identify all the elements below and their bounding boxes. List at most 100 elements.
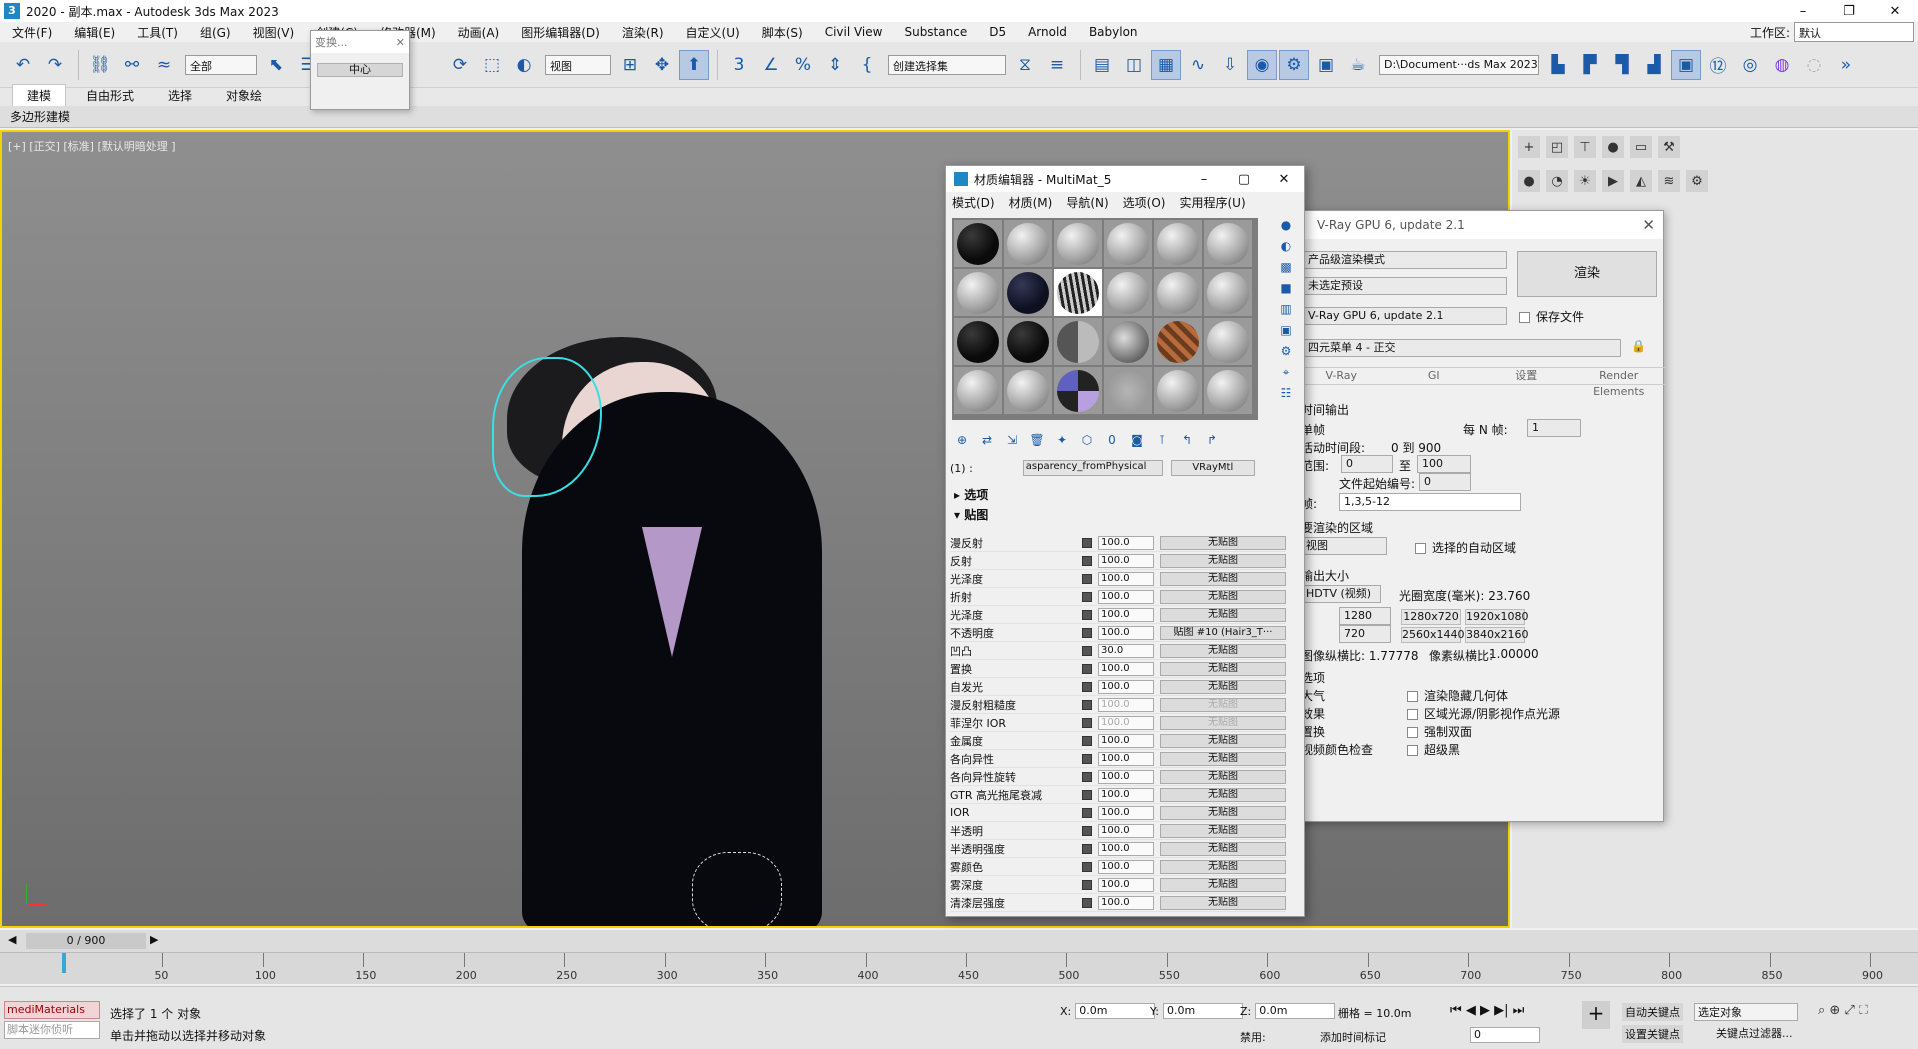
plugin-icon[interactable]: ◍ bbox=[1767, 50, 1797, 80]
auto-region-checkbox[interactable]: 选择的自动区域 bbox=[1415, 539, 1516, 556]
material-slot[interactable] bbox=[1004, 220, 1052, 267]
viewport-label[interactable]: [+] [正交] [标准] [默认明暗处理 ] bbox=[8, 138, 176, 154]
render-button[interactable]: 渲染 bbox=[1517, 251, 1657, 297]
timeline-ruler[interactable]: 50 100 150 200 250 300 350 400 450 500 550 600 650 70… bbox=[0, 952, 1918, 984]
project-folder-dropdown[interactable]: D:\Document···ds Max 2023 bbox=[1379, 54, 1539, 75]
map-slot-button[interactable]: 无贴图 bbox=[1160, 679, 1286, 694]
active-segment-radio[interactable]: 活动时间段: bbox=[1301, 439, 1365, 456]
undo-icon[interactable]: ↶ bbox=[8, 50, 38, 80]
map-enable-checkbox[interactable] bbox=[1082, 843, 1092, 854]
preset-2560x1440-button[interactable]: 2560x1440 bbox=[1401, 627, 1465, 643]
map-slot-button[interactable]: 无贴图 bbox=[1160, 895, 1286, 910]
selection-filter-dropdown[interactable]: 全部 bbox=[185, 54, 257, 75]
playback-controls[interactable]: ⏮ ◀ ▶ ▶| ⏭ bbox=[1450, 1003, 1524, 1018]
map-slot-button[interactable]: 无贴图 bbox=[1160, 697, 1286, 712]
polygon-modeling-label[interactable]: 多边形建模 bbox=[10, 110, 70, 124]
map-amount-input[interactable]: 100.0 bbox=[1098, 679, 1154, 694]
map-amount-input[interactable]: 100.0 bbox=[1098, 733, 1154, 748]
material-map-navigator-icon[interactable]: ☷ bbox=[1276, 386, 1296, 404]
material-slot[interactable] bbox=[1204, 220, 1252, 267]
menu-tools[interactable]: 工具(T) bbox=[137, 24, 178, 41]
hierarchy-tab-icon[interactable]: ⊤ bbox=[1574, 136, 1596, 158]
map-slot-button[interactable]: 无贴图 bbox=[1160, 607, 1286, 622]
map-amount-input[interactable]: 100.0 bbox=[1098, 697, 1154, 712]
shapes-icon[interactable]: ◔ bbox=[1546, 170, 1568, 192]
menu-rendering[interactable]: 渲染(R) bbox=[622, 24, 664, 41]
video-color-check-icon[interactable]: ▥ bbox=[1276, 302, 1296, 320]
spinner-snap-icon[interactable]: ⇕ bbox=[820, 50, 850, 80]
tab-settings[interactable]: 设置 bbox=[1480, 368, 1573, 384]
material-slot[interactable] bbox=[1054, 269, 1102, 316]
material-slot[interactable] bbox=[1104, 367, 1152, 414]
curve-editor-icon[interactable]: ∿ bbox=[1183, 50, 1213, 80]
material-slot[interactable] bbox=[1054, 220, 1102, 267]
menu-navigation[interactable]: 导航(N) bbox=[1066, 194, 1108, 211]
minimize-button[interactable]: – bbox=[1780, 4, 1826, 19]
more-tools-icon[interactable]: » bbox=[1831, 50, 1861, 80]
prev-frame-icon[interactable]: ◀ bbox=[8, 933, 16, 946]
map-slot-button[interactable]: 无贴图 bbox=[1160, 553, 1286, 568]
current-frame-input[interactable]: 0 bbox=[1470, 1027, 1540, 1043]
motion-tab-icon[interactable]: ● bbox=[1602, 136, 1624, 158]
video-color-check-checkbox[interactable]: 视频颜色检查 bbox=[1301, 741, 1373, 758]
map-enable-checkbox[interactable] bbox=[1082, 681, 1092, 692]
schematic-view-icon[interactable]: ⇩ bbox=[1215, 50, 1245, 80]
range-from-input[interactable]: 0 bbox=[1341, 455, 1393, 473]
maximize-button[interactable]: ❐ bbox=[1826, 4, 1872, 19]
menu-utilities[interactable]: 实用程序(U) bbox=[1179, 194, 1245, 211]
map-enable-checkbox[interactable] bbox=[1082, 537, 1092, 548]
map-slot-button[interactable]: 无贴图 bbox=[1160, 787, 1286, 802]
unlink-icon[interactable]: ⚯ bbox=[117, 50, 147, 80]
super-black-checkbox[interactable]: 超级黑 bbox=[1407, 741, 1460, 758]
time-slider[interactable]: ◀ 0 / 900 ▶ bbox=[0, 930, 1918, 952]
material-slot[interactable] bbox=[1054, 318, 1102, 365]
lock-icon[interactable]: 🔒 bbox=[1631, 339, 1646, 353]
select-by-material-icon[interactable]: ⌖ bbox=[1276, 365, 1296, 383]
material-slot[interactable] bbox=[1054, 367, 1102, 414]
viewport-nav-icons[interactable]: ⌕ ⊕ ⤢ ⛶ bbox=[1818, 1003, 1868, 1018]
display-tab-icon[interactable]: ▭ bbox=[1630, 136, 1652, 158]
render-target-dropdown[interactable]: 产品级渲染模式 bbox=[1303, 251, 1507, 269]
map-amount-input[interactable]: 100.0 bbox=[1098, 661, 1154, 676]
tab-object-paint[interactable]: 对象绘 bbox=[212, 85, 276, 106]
snap-toggle-icon[interactable]: 3 bbox=[724, 50, 754, 80]
tab-render-elements[interactable]: Render Elements bbox=[1573, 368, 1666, 398]
material-slot[interactable] bbox=[1004, 269, 1052, 316]
map-amount-input[interactable]: 100.0 bbox=[1098, 625, 1154, 640]
close-icon[interactable]: ✕ bbox=[396, 36, 405, 49]
menu-views[interactable]: 视图(V) bbox=[253, 24, 295, 41]
close-icon[interactable]: ✕ bbox=[1642, 216, 1655, 234]
add-time-tag[interactable]: 添加时间标记 bbox=[1320, 1029, 1386, 1045]
map-amount-input[interactable]: 100.0 bbox=[1098, 895, 1154, 910]
options-icon[interactable]: ⚙ bbox=[1276, 344, 1296, 362]
range-radio[interactable]: 范围: bbox=[1301, 457, 1329, 474]
go-to-parent-icon[interactable]: ↰ bbox=[1177, 430, 1197, 450]
file-start-input[interactable]: 0 bbox=[1419, 473, 1471, 491]
spacewarps-icon[interactable]: ≋ bbox=[1658, 170, 1680, 192]
menu-civil-view[interactable]: Civil View bbox=[825, 25, 883, 39]
map-slot-button[interactable]: 无贴图 bbox=[1160, 859, 1286, 874]
menu-arnold[interactable]: Arnold bbox=[1028, 25, 1067, 39]
renderer-dropdown[interactable]: V-Ray GPU 6, update 2.1 bbox=[1303, 307, 1507, 325]
range-to-input[interactable]: 100 bbox=[1417, 455, 1471, 473]
get-material-icon[interactable]: ⊕ bbox=[952, 430, 972, 450]
map-enable-checkbox[interactable] bbox=[1082, 771, 1092, 782]
render-hidden-checkbox[interactable]: 渲染隐藏几何体 bbox=[1407, 687, 1508, 704]
area-lights-checkbox[interactable]: 区域光源/阴影视作点光源 bbox=[1407, 705, 1560, 722]
vray-tool-2-icon[interactable]: ▛ bbox=[1575, 50, 1605, 80]
named-selection-dropdown[interactable]: 创建选择集 bbox=[888, 54, 1006, 75]
lights-icon[interactable]: ☀ bbox=[1574, 170, 1596, 192]
key-mode-dropdown[interactable]: 选定对象 bbox=[1694, 1003, 1798, 1021]
pixel-aspect-value[interactable]: 1.00000 bbox=[1489, 647, 1539, 661]
map-slot-button[interactable]: 无贴图 bbox=[1160, 715, 1286, 730]
rotate-icon[interactable]: ⟳ bbox=[445, 50, 475, 80]
menu-modes[interactable]: 模式(D) bbox=[952, 194, 995, 211]
map-enable-checkbox[interactable] bbox=[1082, 897, 1092, 908]
put-to-library-icon[interactable]: ⬡ bbox=[1077, 430, 1097, 450]
render-production-icon[interactable]: ☕ bbox=[1343, 50, 1373, 80]
systems-icon[interactable]: ⚙ bbox=[1686, 170, 1708, 192]
options-rollout[interactable]: ▸ 选项 bbox=[950, 486, 1286, 502]
map-enable-checkbox[interactable] bbox=[1082, 717, 1092, 728]
area-dropdown[interactable]: 视图 bbox=[1301, 537, 1387, 555]
set-key-icon[interactable]: + bbox=[1582, 1001, 1610, 1029]
